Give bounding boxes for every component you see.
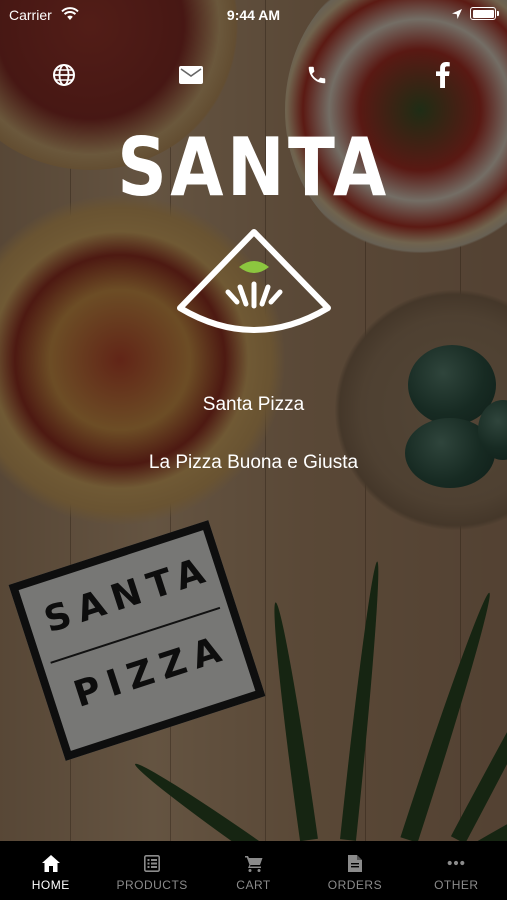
location-arrow-icon [452, 9, 462, 19]
tab-cart[interactable]: CART [203, 841, 304, 900]
brand-title: SANTA [117, 121, 390, 214]
globe-icon [53, 64, 75, 86]
home-icon [41, 854, 60, 872]
document-icon [346, 854, 364, 872]
mail-icon [179, 66, 203, 84]
facebook-button[interactable] [426, 58, 460, 92]
more-icon [447, 854, 465, 872]
status-bar: Carrier 9:44 AM [0, 0, 507, 30]
tab-home[interactable]: HOME [0, 841, 101, 900]
home-screen: SANTA PIZZA Carrier 9:44 AM [0, 0, 507, 900]
cart-icon [244, 854, 263, 872]
clock: 9:44 AM [226, 7, 281, 23]
facebook-icon [436, 62, 450, 88]
leaf-icon [239, 261, 269, 273]
store-tagline: La Pizza Buona e Giusta [148, 452, 359, 473]
tab-label: OTHER [434, 878, 479, 892]
store-name: Santa Pizza [202, 394, 305, 415]
tab-other[interactable]: OTHER [406, 841, 507, 900]
battery-icon [470, 7, 499, 20]
tab-label: CART [236, 878, 271, 892]
pizza-slice-logo [177, 229, 331, 333]
tab-products[interactable]: PRODUCTS [101, 841, 202, 900]
phone-icon [308, 66, 326, 84]
phone-button[interactable] [300, 58, 334, 92]
email-button[interactable] [174, 58, 208, 92]
list-icon [143, 854, 161, 872]
tab-label: PRODUCTS [116, 878, 188, 892]
website-button[interactable] [47, 58, 81, 92]
tab-label: HOME [31, 878, 70, 892]
tab-label: ORDERS [327, 878, 383, 892]
tab-bar: HOME PRODUCTS CART ORDERS OTHER [0, 841, 507, 900]
tab-orders[interactable]: ORDERS [304, 841, 405, 900]
